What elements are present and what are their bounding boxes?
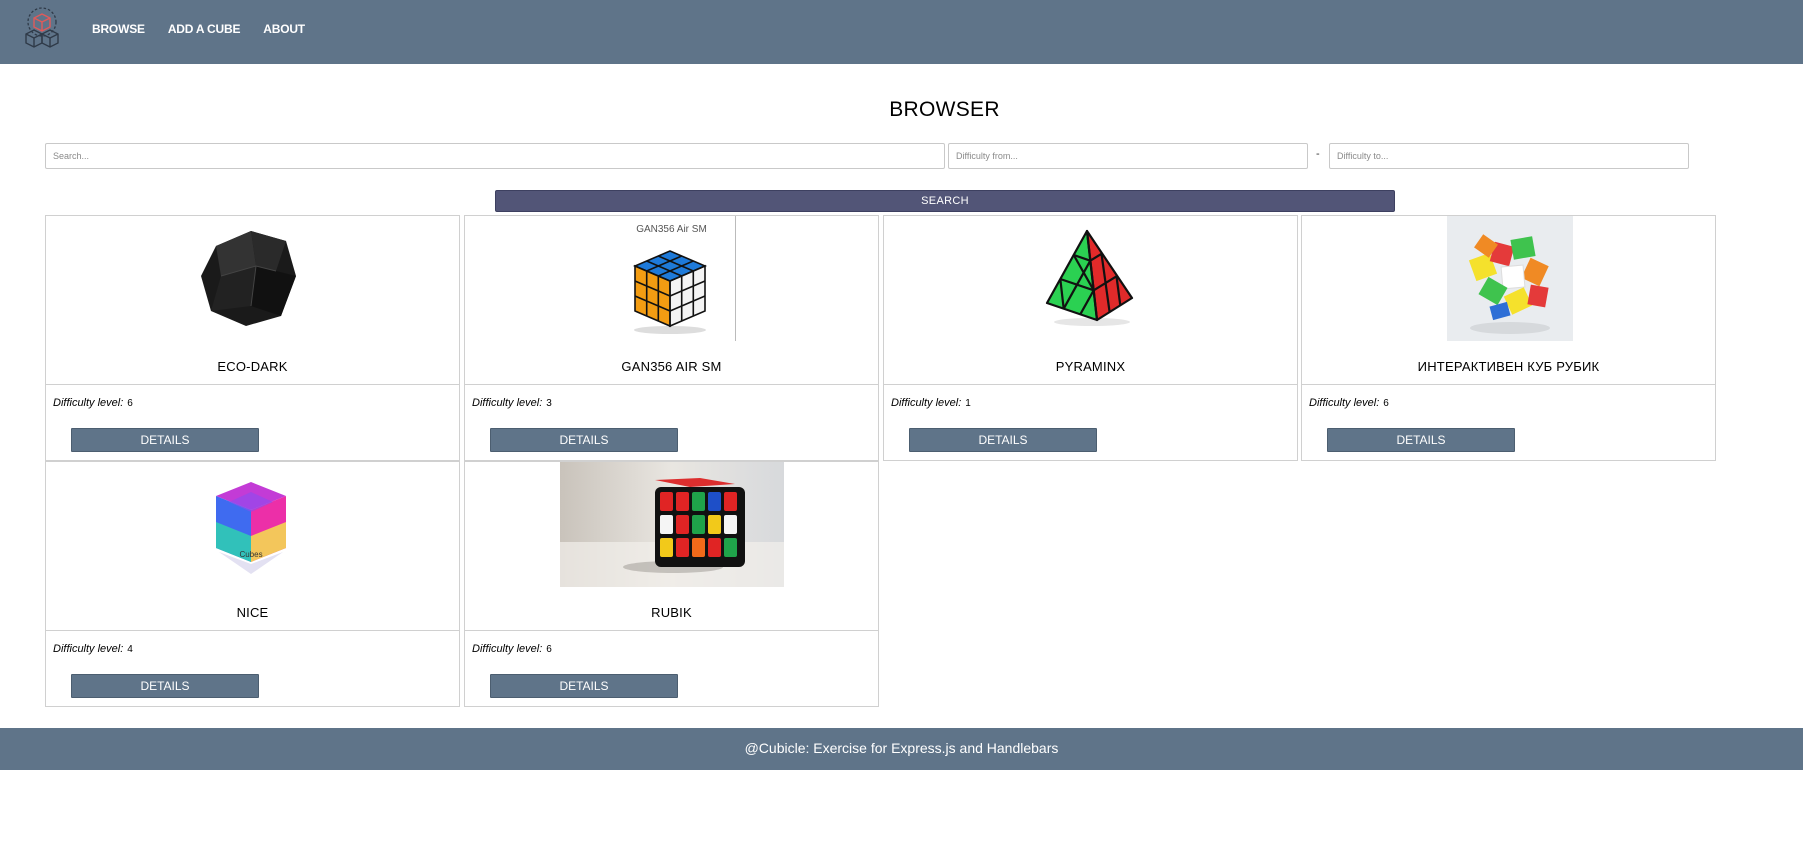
card-header: GAN356 Air SM GAN356 AIR SM xyxy=(465,216,878,385)
cube-card: ИНТЕРАКТИВЕН КУБ РУБИК Difficulty level:… xyxy=(1301,215,1716,461)
difficulty-to-input[interactable] xyxy=(1329,143,1689,169)
range-separator: - xyxy=(1316,148,1320,160)
cubes-logo-icon[interactable] xyxy=(22,6,68,52)
difficulty-value: 6 xyxy=(1383,398,1389,409)
cube-card: RUBIK Difficulty level: 6 DETAILS xyxy=(464,461,879,707)
page-footer: @Cubicle: Exercise for Express.js and Ha… xyxy=(0,728,1803,770)
main-nav: BROWSE ADD A CUBE ABOUT xyxy=(92,0,305,58)
cube-card: ECO-DARK Difficulty level: 6 DETAILS xyxy=(45,215,460,461)
cube-card: GAN356 Air SM GAN356 AIR SM Difficulty l… xyxy=(464,215,879,461)
difficulty-label: Difficulty level: xyxy=(53,643,124,655)
nav-add-a-cube[interactable]: ADD A CUBE xyxy=(168,22,241,36)
image-caption: GAN356 Air SM xyxy=(636,224,707,235)
card-title: ИНТЕРАКТИВЕН КУБ РУБИК xyxy=(1417,359,1600,374)
difficulty-label: Difficulty level: xyxy=(472,643,543,655)
difficulty-row: Difficulty level: 4 xyxy=(53,643,133,655)
difficulty-label: Difficulty level: xyxy=(891,397,962,409)
difficulty-label: Difficulty level: xyxy=(1309,397,1380,409)
difficulty-row: Difficulty level: 6 xyxy=(1309,397,1389,409)
difficulty-value: 1 xyxy=(965,398,971,409)
difficulty-label: Difficulty level: xyxy=(53,397,124,409)
nav-browse[interactable]: BROWSE xyxy=(92,22,145,36)
details-button[interactable]: DETAILS xyxy=(1327,428,1515,452)
details-button[interactable]: DETAILS xyxy=(71,674,259,698)
difficulty-row: Difficulty level: 6 xyxy=(53,397,133,409)
pyraminx-image xyxy=(1045,229,1134,326)
card-header: Cubes NICE xyxy=(46,462,459,631)
card-title: PYRAMINX xyxy=(1055,359,1126,374)
search-input[interactable] xyxy=(45,143,945,169)
difficulty-from-input[interactable] xyxy=(948,143,1308,169)
details-button[interactable]: DETAILS xyxy=(71,428,259,452)
difficulty-value: 3 xyxy=(546,398,552,409)
black-ghost-cube-image xyxy=(201,231,296,326)
difficulty-row: Difficulty level: 1 xyxy=(891,397,971,409)
card-title: GAN356 AIR SM xyxy=(621,359,722,374)
rubik-cube-photo-image xyxy=(560,462,784,587)
nav-about[interactable]: ABOUT xyxy=(263,22,305,36)
difficulty-row: Difficulty level: 6 xyxy=(472,643,552,655)
card-header: PYRAMINX xyxy=(884,216,1297,385)
top-nav-bar: BROWSE ADD A CUBE ABOUT xyxy=(0,0,1803,64)
page-title: BROWSER xyxy=(889,98,1000,121)
search-button[interactable]: SEARCH xyxy=(495,190,1395,212)
image-caption: Cubes xyxy=(239,550,263,559)
rainbow-crystal-cube-image: Cubes xyxy=(211,482,291,574)
cube-card: Cubes NICE Difficulty level: 4 DETAILS xyxy=(45,461,460,707)
difficulty-label: Difficulty level: xyxy=(472,397,543,409)
details-button[interactable]: DETAILS xyxy=(490,428,678,452)
card-header: ECO-DARK xyxy=(46,216,459,385)
footer-text: @Cubicle: Exercise for Express.js and Ha… xyxy=(744,740,1059,756)
cube-card: PYRAMINX Difficulty level: 1 DETAILS xyxy=(883,215,1298,461)
twisted-puzzle-image xyxy=(1447,216,1573,341)
details-button[interactable]: DETAILS xyxy=(909,428,1097,452)
card-header: ИНТЕРАКТИВЕН КУБ РУБИК xyxy=(1302,216,1715,385)
card-header: RUBIK xyxy=(465,462,878,631)
details-button[interactable]: DETAILS xyxy=(490,674,678,698)
gan-speed-cube-image: GAN356 Air SM xyxy=(608,216,736,341)
card-title: ECO-DARK xyxy=(217,359,288,374)
difficulty-row: Difficulty level: 3 xyxy=(472,397,552,409)
card-title: RUBIK xyxy=(651,605,692,620)
difficulty-value: 6 xyxy=(127,398,133,409)
card-title: NICE xyxy=(236,605,269,620)
difficulty-value: 6 xyxy=(546,644,552,655)
difficulty-value: 4 xyxy=(127,644,133,655)
